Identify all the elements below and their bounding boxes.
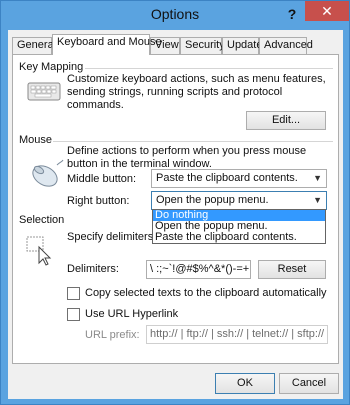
right-button-label: Right button:	[67, 195, 130, 207]
options-window: Options ? ✕ General Keyboard and Mouse V…	[0, 0, 350, 405]
edit-button[interactable]: Edit...	[246, 111, 326, 130]
use-url-hyperlink-label: Use URL Hyperlink	[85, 308, 179, 320]
copy-selection-label: Copy selected texts to the clipboard aut…	[85, 287, 327, 299]
key-mapping-description: Customize keyboard actions, such as menu…	[67, 73, 326, 111]
right-button-select[interactable]: Open the popup menu. ▼	[151, 191, 327, 210]
chevron-down-icon: ▼	[313, 173, 322, 183]
selection-cursor-icon	[26, 236, 52, 266]
help-button[interactable]: ?	[281, 4, 303, 24]
right-button-value: Open the popup menu.	[156, 194, 269, 206]
chevron-down-icon: ▼	[313, 195, 322, 205]
url-prefix-input[interactable]: http:// | ftp:// | ssh:// | telnet:// | …	[146, 325, 328, 344]
tab-keyboard-and-mouse[interactable]: Keyboard and Mouse	[52, 34, 162, 55]
tab-update[interactable]: Update	[222, 37, 262, 54]
mouse-divider	[53, 141, 333, 142]
key-mapping-divider	[85, 68, 333, 69]
dialog-client: General Keyboard and Mouse View Security…	[8, 30, 343, 399]
tab-general[interactable]: General	[12, 37, 56, 54]
title-bar: Options ? ✕	[1, 1, 349, 29]
keyboard-icon	[27, 82, 61, 101]
delimiters-label: Delimiters:	[67, 263, 119, 275]
middle-button-select[interactable]: Paste the clipboard contents. ▼	[151, 169, 327, 188]
cancel-button[interactable]: Cancel	[279, 373, 339, 394]
reset-button[interactable]: Reset	[258, 260, 326, 279]
right-button-dropdown-list: Do nothing Open the popup menu. Paste th…	[152, 209, 326, 244]
delimiters-input[interactable]: \ :;~`!@#$%^&*()-=+|[]{}'",.<>/?	[146, 260, 251, 279]
ok-button[interactable]: OK	[215, 373, 275, 394]
tab-advanced[interactable]: Advanced	[259, 37, 313, 54]
middle-button-label: Middle button:	[67, 173, 137, 185]
selection-title: Selection	[19, 214, 65, 226]
url-prefix-label: URL prefix:	[85, 329, 140, 341]
key-mapping-title: Key Mapping	[19, 61, 84, 73]
mouse-title: Mouse	[19, 134, 53, 146]
keyboard-mouse-panel: Key Mapping Customize keyboard actions, …	[12, 54, 339, 364]
copy-selection-checkbox[interactable]	[67, 287, 80, 300]
dropdown-option[interactable]: Paste the clipboard contents.	[153, 232, 325, 243]
mouse-description: Define actions to perform when you press…	[67, 145, 307, 170]
close-button[interactable]: ✕	[305, 1, 349, 21]
use-url-hyperlink-checkbox[interactable]	[67, 308, 80, 321]
middle-button-value: Paste the clipboard contents.	[156, 172, 298, 184]
mouse-icon	[32, 159, 64, 187]
tab-security[interactable]: Security	[180, 37, 225, 54]
